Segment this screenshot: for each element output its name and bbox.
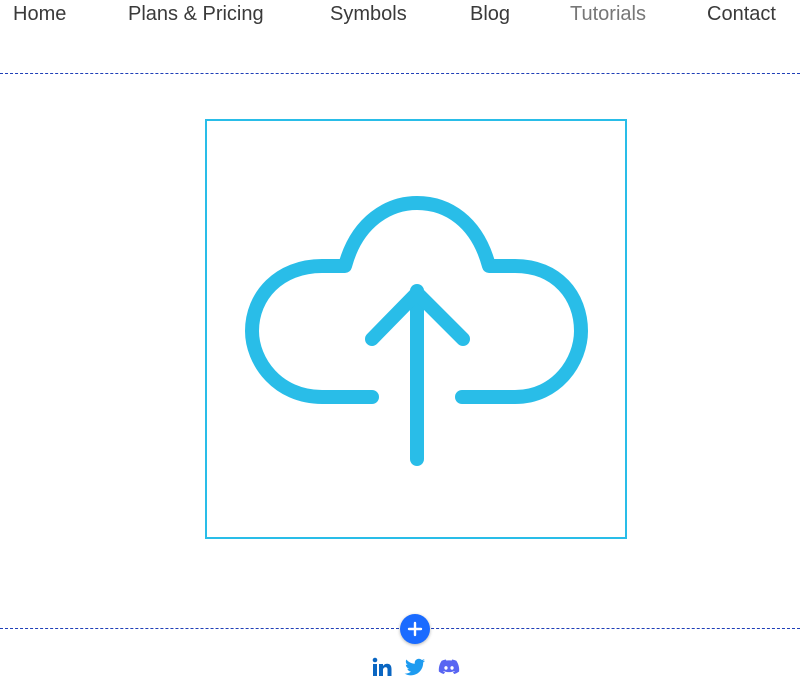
- twitter-icon: [404, 658, 426, 676]
- linkedin-icon: [372, 657, 392, 676]
- cloud-upload-icon: [245, 196, 588, 466]
- nav-item-contact[interactable]: Contact: [707, 3, 776, 26]
- nav-item-symbols[interactable]: Symbols: [330, 3, 407, 26]
- linkedin-link[interactable]: [371, 656, 393, 678]
- add-section-button[interactable]: [400, 614, 430, 644]
- image-frame[interactable]: [205, 119, 627, 539]
- nav-item-blog[interactable]: Blog: [470, 3, 510, 26]
- header-divider: [0, 73, 800, 74]
- nav-item-plans-pricing[interactable]: Plans & Pricing: [128, 3, 264, 26]
- page: Home Plans & Pricing Symbols Blog Tutori…: [0, 0, 800, 690]
- plus-icon: [407, 621, 423, 637]
- discord-icon: [438, 659, 460, 675]
- discord-link[interactable]: [438, 656, 460, 678]
- top-nav: Home Plans & Pricing Symbols Blog Tutori…: [0, 0, 800, 32]
- nav-item-tutorials[interactable]: Tutorials: [570, 3, 646, 26]
- nav-item-home[interactable]: Home: [13, 3, 66, 26]
- twitter-link[interactable]: [404, 656, 426, 678]
